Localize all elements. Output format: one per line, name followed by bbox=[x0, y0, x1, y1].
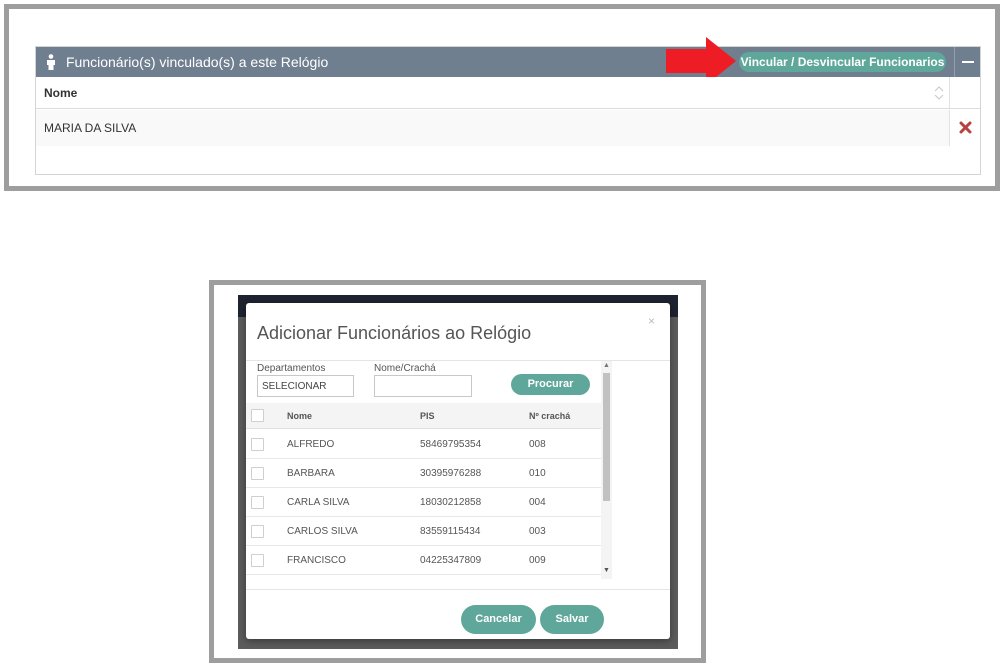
minus-icon bbox=[962, 61, 974, 63]
departamentos-select[interactable] bbox=[257, 375, 354, 397]
employee-name-cell: MARIA DA SILVA bbox=[44, 121, 137, 135]
add-employees-modal: Adicionar Funcionários ao Relógio × Depa… bbox=[246, 303, 670, 639]
grid-cell-nome: FRANCISCO bbox=[287, 555, 346, 566]
sort-icon[interactable] bbox=[934, 85, 944, 101]
grid-row[interactable]: FRANCISCO 04225347809 009 bbox=[246, 546, 602, 575]
grid-cell-nome: ALFREDO bbox=[287, 439, 335, 450]
add-employees-modal-frame: Adicionar Funcionários ao Relógio × Depa… bbox=[209, 280, 706, 663]
grid-cell-pis: 04225347809 bbox=[420, 555, 482, 566]
collapse-button[interactable] bbox=[954, 47, 980, 77]
grid-cell-pis: 58469795354 bbox=[420, 439, 482, 450]
grid-cell-cracha: 003 bbox=[529, 526, 546, 537]
row-checkbox[interactable] bbox=[251, 496, 264, 509]
panel-title: Funcionário(s) vinculado(s) a este Relóg… bbox=[66, 54, 329, 70]
row-checkbox[interactable] bbox=[251, 467, 264, 480]
grid-header-pis: PIS bbox=[420, 411, 435, 421]
grid-cell-cracha: 009 bbox=[529, 555, 546, 566]
user-icon bbox=[47, 54, 55, 70]
grid-cell-cracha: 010 bbox=[529, 468, 546, 479]
grid-cell-pis: 83559115434 bbox=[420, 526, 481, 537]
scroll-down-icon[interactable]: ▼ bbox=[603, 567, 610, 574]
grid-cell-nome: BARBARA bbox=[287, 468, 335, 479]
nome-cracha-label: Nome/Crachá bbox=[374, 363, 436, 374]
grid-scrollbar[interactable]: ▲ ▼ bbox=[601, 361, 612, 579]
table-header: Nome bbox=[36, 77, 980, 109]
grid-row[interactable]: BARBARA 30395976288 010 bbox=[246, 459, 602, 488]
grid-cell-cracha: 008 bbox=[529, 439, 546, 450]
close-icon[interactable]: × bbox=[648, 314, 655, 328]
scrollbar-thumb[interactable] bbox=[603, 373, 610, 501]
grid-header-cracha: Nº crachá bbox=[529, 411, 571, 421]
row-checkbox[interactable] bbox=[251, 525, 264, 538]
cancel-button[interactable]: Cancelar bbox=[461, 605, 536, 634]
linked-employees-panel: Funcionário(s) vinculado(s) a este Relóg… bbox=[35, 37, 981, 175]
grid-row[interactable]: CARLA SILVA 18030212858 004 bbox=[246, 488, 602, 517]
grid-row[interactable]: CARLOS SILVA 83559115434 003 bbox=[246, 517, 602, 546]
departamentos-label: Departamentos bbox=[257, 363, 326, 374]
grid-cell-nome: CARLA SILVA bbox=[287, 497, 350, 508]
remove-employee-button[interactable] bbox=[949, 110, 980, 146]
table-row: MARIA DA SILVA bbox=[36, 110, 980, 146]
grid-cell-pis: 18030212858 bbox=[420, 497, 482, 508]
select-all-checkbox[interactable] bbox=[251, 409, 264, 422]
grid-cell-cracha: 004 bbox=[529, 497, 546, 508]
grid-cell-nome: CARLOS SILVA bbox=[287, 526, 358, 537]
panel-header: Funcionário(s) vinculado(s) a este Relóg… bbox=[36, 47, 980, 77]
grid-cell-pis: 30395976288 bbox=[420, 468, 482, 479]
nome-cracha-input[interactable] bbox=[374, 375, 472, 397]
modal-title: Adicionar Funcionários ao Relógio bbox=[257, 323, 532, 343]
grid-row[interactable]: ALFREDO 58469795354 008 bbox=[246, 430, 602, 459]
header-action-cell bbox=[949, 77, 980, 108]
row-checkbox[interactable] bbox=[251, 438, 264, 451]
save-button[interactable]: Salvar bbox=[540, 605, 604, 634]
search-button[interactable]: Procurar bbox=[511, 374, 590, 395]
link-unlink-employees-button[interactable]: Vincular / Desvincular Funcionarios bbox=[739, 52, 946, 72]
scroll-up-icon[interactable]: ▲ bbox=[603, 362, 610, 369]
modal-footer-divider bbox=[246, 589, 670, 590]
grid-header-nome: Nome bbox=[287, 411, 313, 421]
linked-employees-frame: Funcionário(s) vinculado(s) a este Relóg… bbox=[4, 4, 1000, 191]
grid-header: Nome PIS Nº crachá bbox=[246, 403, 602, 429]
column-header-nome[interactable]: Nome bbox=[44, 86, 77, 100]
delete-icon bbox=[959, 121, 972, 134]
row-checkbox[interactable] bbox=[251, 554, 264, 567]
